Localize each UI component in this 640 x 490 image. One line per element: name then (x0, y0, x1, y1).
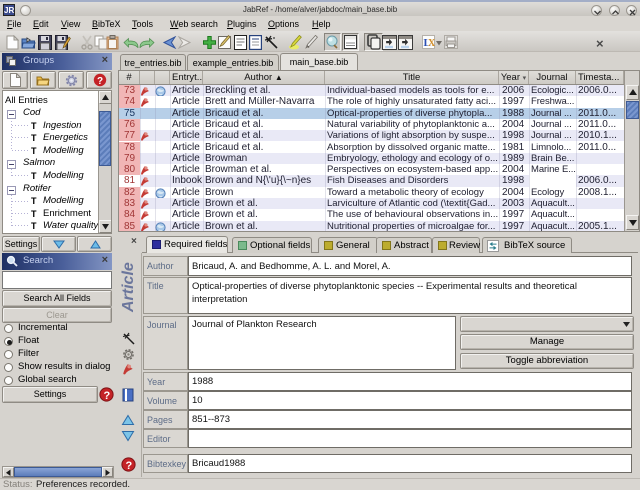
svg-text:?: ? (97, 76, 103, 87)
svg-text:X: X (428, 38, 435, 49)
svg-text:?: ? (126, 460, 133, 472)
svg-text:?: ? (104, 390, 111, 402)
